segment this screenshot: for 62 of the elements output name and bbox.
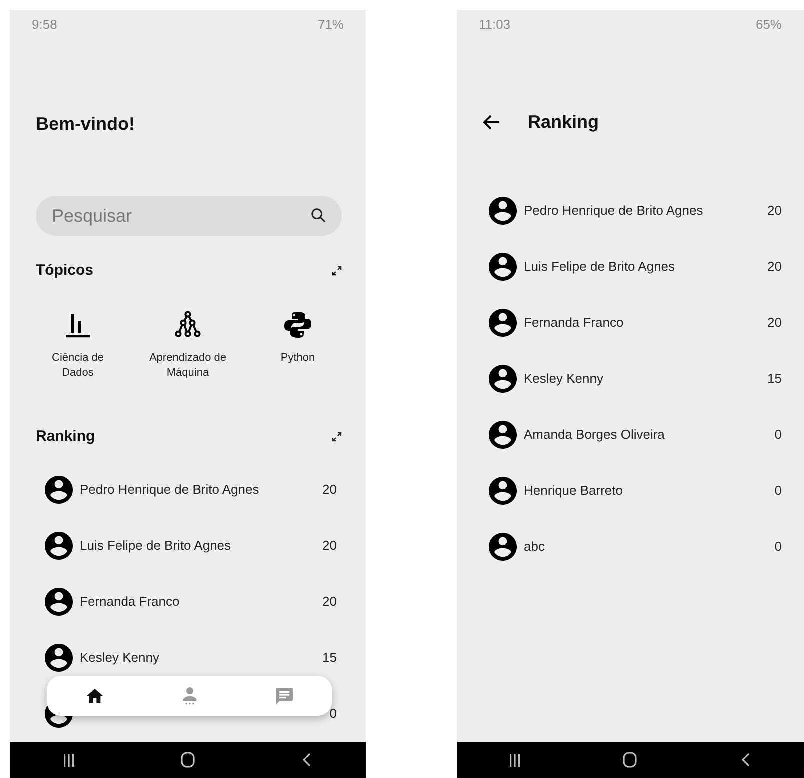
player-score: 20 bbox=[322, 481, 337, 500]
page-title: Ranking bbox=[528, 110, 600, 134]
network-icon bbox=[174, 311, 202, 339]
player-score: 0 bbox=[774, 538, 782, 556]
back-icon[interactable] bbox=[302, 753, 311, 767]
section-title: Ranking bbox=[36, 426, 96, 447]
home-button-icon[interactable] bbox=[180, 752, 195, 768]
avatar-icon bbox=[489, 197, 517, 225]
player-score: 0 bbox=[774, 482, 782, 500]
page-title: Bem-vindo! bbox=[36, 114, 136, 134]
topic-label[interactable]: Ciência de Dados bbox=[38, 351, 118, 381]
player-score: 15 bbox=[768, 370, 782, 388]
player-name: Luis Felipe de Brito Agnes bbox=[524, 258, 676, 276]
player-name: Amanda Borges Oliveira bbox=[524, 426, 665, 444]
topic-label[interactable]: Python bbox=[258, 351, 338, 366]
player-score: 20 bbox=[768, 258, 782, 276]
expand-icon[interactable] bbox=[332, 432, 342, 442]
avatar-icon bbox=[489, 253, 517, 281]
back-icon[interactable] bbox=[742, 753, 750, 767]
player-name: Pedro Henrique de Brito Agnes bbox=[80, 481, 260, 500]
player-score: 0 bbox=[330, 705, 337, 724]
expand-icon[interactable] bbox=[332, 266, 342, 276]
logo-icon bbox=[284, 311, 312, 339]
recents-icon[interactable] bbox=[63, 754, 76, 766]
player-name: Fernanda Franco bbox=[80, 593, 180, 612]
bar-chart-icon bbox=[64, 311, 92, 339]
player-name: Kesley Kenny bbox=[524, 370, 604, 388]
avatar-icon bbox=[489, 309, 517, 337]
status-time: 9:58 bbox=[32, 16, 58, 34]
player-name: Kesley Kenny bbox=[80, 649, 160, 668]
battery-level: 65% bbox=[756, 16, 782, 34]
recents-icon[interactable] bbox=[508, 754, 521, 766]
status-time: 11:03 bbox=[479, 16, 511, 34]
topic-label[interactable]: Aprendizado de Máquina bbox=[148, 351, 228, 381]
player-score: 0 bbox=[774, 426, 782, 444]
message-icon[interactable] bbox=[276, 688, 293, 704]
avatar-icon bbox=[489, 533, 517, 561]
player-name: Fernanda Franco bbox=[524, 314, 624, 332]
avatar-icon bbox=[45, 532, 73, 560]
player-score: 15 bbox=[322, 649, 337, 668]
player-name: Pedro Henrique de Brito Agnes bbox=[524, 202, 704, 220]
home-button-icon[interactable] bbox=[623, 752, 638, 768]
player-score: 20 bbox=[322, 593, 337, 612]
search-icon[interactable] bbox=[311, 208, 326, 223]
player-name: Luis Felipe de Brito Agnes bbox=[80, 537, 232, 556]
player-score: 20 bbox=[322, 537, 337, 556]
section-title: Tópicos bbox=[36, 260, 94, 281]
avatar-icon bbox=[45, 644, 73, 672]
battery-level: 71% bbox=[318, 16, 344, 34]
home-icon[interactable] bbox=[86, 689, 102, 703]
person-icon[interactable] bbox=[182, 687, 196, 705]
search-field[interactable]: Pesquisar bbox=[36, 196, 342, 236]
player-score: 20 bbox=[768, 314, 782, 332]
player-name: Henrique Barreto bbox=[524, 482, 623, 500]
avatar-icon bbox=[45, 476, 73, 504]
back-arrow-icon[interactable] bbox=[483, 114, 500, 130]
player-score: 20 bbox=[768, 202, 782, 220]
avatar-icon bbox=[489, 477, 517, 505]
avatar-icon bbox=[489, 365, 517, 393]
avatar-icon bbox=[489, 421, 517, 449]
player-name: abc bbox=[524, 538, 545, 556]
avatar-icon bbox=[45, 588, 73, 616]
